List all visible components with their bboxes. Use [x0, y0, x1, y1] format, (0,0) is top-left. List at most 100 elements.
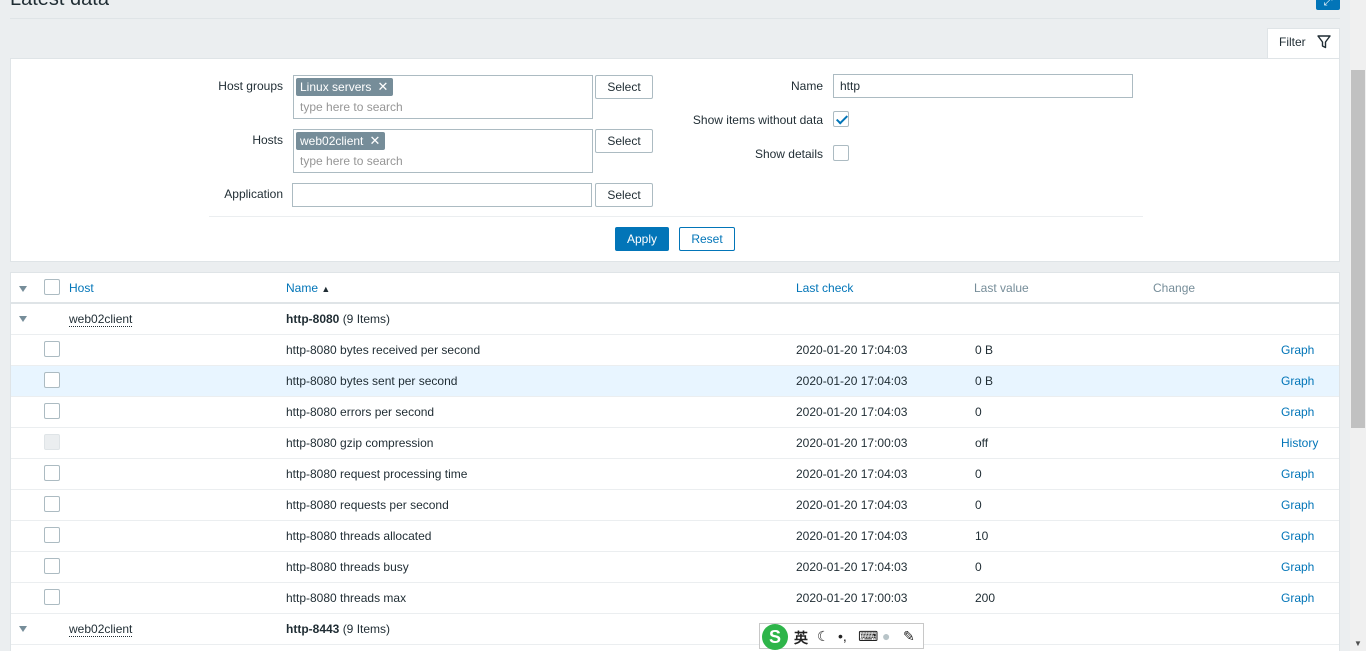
host-column-header[interactable]: Host [69, 281, 94, 295]
sogou-logo-icon[interactable]: S [762, 624, 788, 650]
graph-link[interactable]: Graph [1281, 343, 1314, 357]
filter-divider [209, 216, 1143, 217]
hosts-label: Hosts [252, 133, 283, 147]
item-checkbox[interactable] [44, 589, 60, 605]
application-name: http-8443 [286, 622, 340, 636]
item-last-value: 200 [975, 591, 996, 605]
host-groups-chip: Linux servers ✕ [296, 78, 394, 96]
page-title: Latest data [10, 0, 109, 11]
item-checkbox[interactable] [44, 403, 60, 419]
item-checkbox[interactable] [44, 465, 60, 481]
filter-panel: Host groups Linux servers ✕ type here to… [10, 58, 1340, 262]
item-name: http-8080 threads max [286, 591, 407, 605]
remove-chip-icon[interactable]: ✕ [369, 133, 380, 149]
item-name: http-8080 request processing time [286, 467, 468, 481]
fullscreen-button[interactable]: ⤢ [1316, 0, 1340, 10]
graph-link[interactable]: Graph [1281, 529, 1314, 543]
name-column-header-label: Name [286, 281, 319, 295]
punctuation-icon[interactable]: •, [838, 628, 847, 644]
reset-button[interactable]: Reset [679, 227, 735, 251]
item-last-value: off [975, 436, 989, 450]
graph-link[interactable]: Graph [1281, 467, 1314, 481]
item-last-check: 2020-01-20 17:04:03 [796, 343, 908, 357]
item-last-check: 2020-01-20 17:04:03 [796, 560, 908, 574]
user-icon[interactable]: ● [882, 628, 890, 644]
item-name: http-8080 gzip compression [286, 436, 434, 450]
vertical-scrollbar[interactable]: ▼ [1350, 0, 1366, 651]
application-label: Application [224, 187, 283, 201]
item-checkbox[interactable] [44, 341, 60, 357]
ime-language-icon[interactable]: 英 [794, 628, 808, 648]
last-value-column-header: Last value [974, 281, 1029, 295]
item-last-check: 2020-01-20 17:04:03 [796, 529, 908, 543]
table-row: http-8080 threads allocated 2020-01-20 1… [11, 521, 1339, 552]
item-count: (9 Items) [342, 622, 391, 636]
wrench-icon[interactable]: ✎ [903, 628, 915, 645]
table-row: http-8080 errors per second 2020-01-20 1… [11, 397, 1339, 428]
item-count: (9 Items) [342, 312, 391, 326]
item-checkbox[interactable] [44, 558, 60, 574]
show-items-without-data-label: Show items without data [692, 113, 823, 127]
ime-toolbar: S 英 ☾ •, ⌨ ● ✎ [759, 623, 924, 650]
remove-chip-icon[interactable]: ✕ [377, 79, 388, 95]
last-check-column-header[interactable]: Last check [796, 281, 853, 295]
select-all-checkbox[interactable] [44, 279, 60, 295]
application-select-button[interactable]: Select [595, 183, 653, 207]
hosts-search-placeholder[interactable]: type here to search [300, 154, 403, 168]
application-input[interactable] [292, 183, 592, 207]
funnel-icon [1317, 35, 1331, 49]
graph-link[interactable]: Graph [1281, 591, 1314, 605]
history-link[interactable]: History [1281, 436, 1318, 450]
filter-tab[interactable]: Filter [1267, 28, 1340, 59]
item-name: http-8080 threads allocated [286, 529, 432, 543]
item-name: http-8080 bytes sent per second [286, 374, 458, 388]
table-row: http-8080 request processing time 2020-0… [11, 459, 1339, 490]
graph-link[interactable]: Graph [1281, 405, 1314, 419]
item-checkbox[interactable] [44, 527, 60, 543]
item-checkbox-disabled [44, 434, 60, 450]
name-column-header[interactable]: Name ▲ [286, 281, 330, 295]
keyboard-icon[interactable]: ⌨ [858, 628, 878, 645]
host-link[interactable]: web02client [69, 312, 133, 327]
hosts-select-button[interactable]: Select [595, 129, 653, 153]
host-link[interactable]: web02client [69, 622, 133, 637]
name-label: Name [790, 79, 823, 93]
host-groups-multiselect[interactable]: Linux servers ✕ type here to search [293, 75, 593, 119]
table-row: http-8080 requests per second 2020-01-20… [11, 490, 1339, 521]
collapse-group-icon[interactable] [19, 626, 27, 632]
graph-link[interactable]: Graph [1281, 560, 1314, 574]
item-last-value: 0 B [975, 374, 994, 388]
host-groups-select-button[interactable]: Select [595, 75, 653, 99]
item-last-value: 0 B [975, 343, 994, 357]
graph-link[interactable]: Graph [1281, 498, 1314, 512]
item-last-value: 0 [975, 467, 982, 481]
scrollbar-thumb[interactable] [1351, 70, 1365, 428]
collapse-all-icon[interactable] [19, 286, 27, 292]
item-checkbox[interactable] [44, 496, 60, 512]
item-name: http-8080 threads busy [286, 560, 409, 574]
table-row: http-8080 threads busy 2020-01-20 17:04:… [11, 552, 1339, 583]
moon-icon[interactable]: ☾ [817, 628, 830, 645]
item-checkbox[interactable] [44, 372, 60, 388]
host-groups-search-placeholder[interactable]: type here to search [300, 100, 403, 114]
expand-icon: ⤢ [1323, 0, 1333, 8]
table-row: http-8080 bytes received per second 2020… [11, 335, 1339, 366]
latest-data-table: Host Name ▲ Last check Last value Change… [10, 272, 1340, 651]
scroll-down-arrow-icon[interactable]: ▼ [1354, 639, 1362, 648]
show-details-checkbox[interactable] [833, 145, 849, 161]
table-row: http-8080 bytes sent per second 2020-01-… [11, 366, 1339, 397]
hosts-multiselect[interactable]: web02client ✕ type here to search [293, 129, 593, 173]
filter-tab-label: Filter [1279, 35, 1306, 49]
item-last-check: 2020-01-20 17:04:03 [796, 467, 908, 481]
name-input[interactable]: http [833, 74, 1133, 98]
apply-button[interactable]: Apply [615, 227, 669, 251]
show-items-without-data-checkbox[interactable] [833, 111, 849, 127]
show-details-label: Show details [754, 147, 823, 161]
item-name: http-8080 errors per second [286, 405, 435, 419]
collapse-group-icon[interactable] [19, 316, 27, 322]
item-last-value: 0 [975, 405, 982, 419]
application-name: http-8080 [286, 312, 340, 326]
graph-link[interactable]: Graph [1281, 374, 1314, 388]
table-row: http-8080 threads max 2020-01-20 17:00:0… [11, 583, 1339, 614]
item-name: http-8080 bytes received per second [286, 343, 481, 357]
